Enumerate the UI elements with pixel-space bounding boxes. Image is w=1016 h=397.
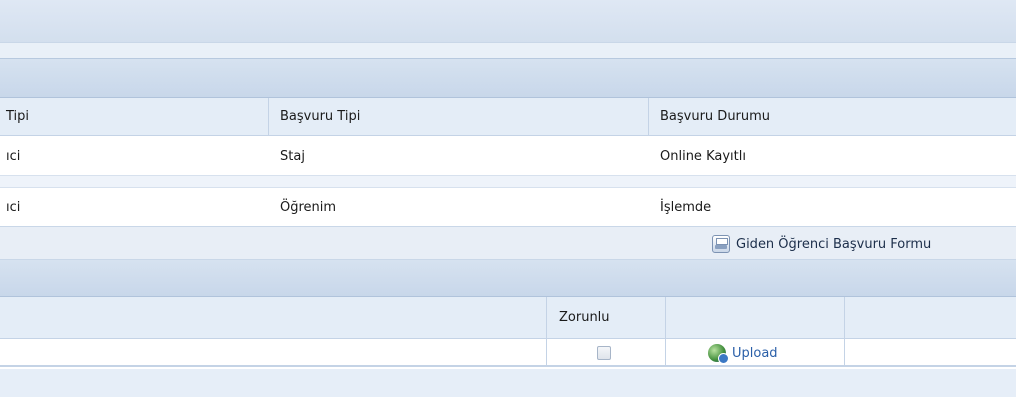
cell-type: ıci [6, 199, 21, 215]
table-row[interactable]: Upload [0, 339, 1016, 367]
required-checkbox[interactable] [597, 346, 611, 360]
outgoing-student-application-form-button[interactable]: Giden Öğrenci Başvuru Formu [712, 232, 931, 256]
column-header-application-status: Başvuru Durumu [660, 109, 771, 124]
column-header-type: Tipi [6, 109, 30, 124]
action-bar: Giden Öğrenci Başvuru Formu [0, 226, 1016, 260]
documents-table-header: Zorunlu [0, 297, 1016, 339]
cell-type: ıci [6, 148, 21, 164]
column-header-upload [666, 297, 844, 338]
column-divider [546, 339, 547, 365]
table-row[interactable]: ıci Öğrenim İşlemde [0, 188, 1016, 226]
section-header-applications [0, 58, 1016, 98]
form-button-label: Giden Öğrenci Başvuru Formu [736, 236, 932, 252]
cell-application-status: İşlemde [660, 199, 712, 215]
column-divider [844, 339, 845, 365]
cell-application-type: Öğrenim [280, 199, 337, 215]
cell-application-type: Staj [280, 148, 305, 164]
section-header-documents [0, 260, 1016, 297]
spacer-band [0, 42, 1016, 58]
footer-band [0, 369, 1016, 397]
printer-icon [712, 235, 730, 253]
row-separator [0, 175, 1016, 188]
globe-upload-icon [708, 344, 729, 364]
upload-label: Upload [732, 345, 778, 361]
column-header-application-type: Başvuru Tipi [280, 109, 361, 124]
top-header-band [0, 0, 1016, 42]
column-divider [665, 339, 666, 365]
column-header-required: Zorunlu [559, 310, 610, 325]
column-header-extra [845, 297, 1016, 338]
table-row[interactable]: ıci Staj Online Kayıtlı [0, 137, 1016, 175]
cell-application-status: Online Kayıtlı [660, 148, 746, 164]
column-header-document [0, 297, 546, 338]
upload-link[interactable]: Upload [708, 339, 778, 367]
applications-table-header: Tipi Başvuru Tipi Başvuru Durumu [0, 98, 1016, 136]
